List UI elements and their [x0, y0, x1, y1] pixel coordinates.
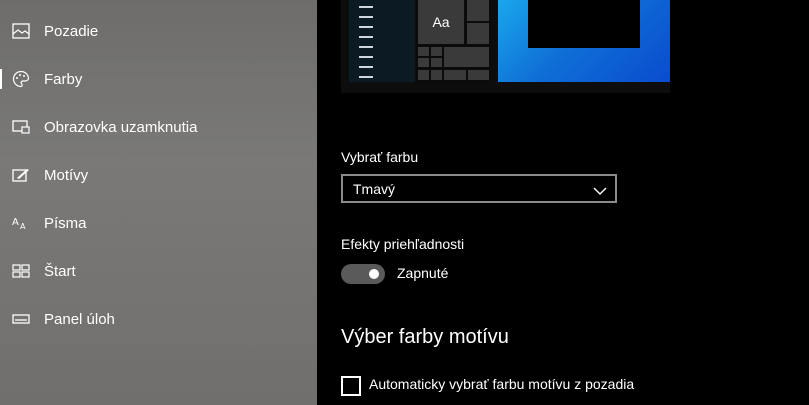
sidebar-item-panel-uloh[interactable]: Panel úloh [0, 295, 317, 343]
sidebar-item-start[interactable]: Štart [0, 247, 317, 295]
sidebar-item-label: Motívy [44, 166, 89, 184]
sidebar-item-pozadie[interactable]: Pozadie [0, 7, 317, 55]
colors-settings-panel: Aa Vybrať farbu Tmavý Efekty priehľadnos… [317, 0, 809, 405]
transparency-toggle[interactable] [341, 264, 385, 284]
picture-icon [12, 22, 30, 40]
sidebar-item-motivy[interactable]: Motívy [0, 151, 317, 199]
toggle-knob [369, 269, 379, 279]
sidebar-item-label: Obrazovka uzamknutia [44, 118, 198, 136]
choose-color-label: Vybrať farbu [341, 149, 419, 165]
palette-icon [12, 70, 30, 88]
sidebar-item-label: Panel úloh [44, 310, 115, 328]
settings-sidebar: Pozadie Farby Obrazovka uzamknutia Motív… [0, 0, 317, 405]
sidebar-item-farby[interactable]: Farby [0, 55, 317, 103]
dropdown-value: Tmavý [353, 180, 395, 197]
sidebar-item-label: Pozadie [44, 22, 99, 40]
preview-sample-tile: Aa [418, 0, 464, 44]
accent-section-title: Výber farby motívu [341, 326, 509, 348]
transparency-label: Efekty priehľadnosti [341, 236, 465, 252]
lock-screen-icon [12, 118, 30, 136]
svg-text:A: A [12, 217, 19, 228]
svg-text:A: A [20, 222, 26, 231]
sidebar-item-obrazovka-uzamknutia[interactable]: Obrazovka uzamknutia [0, 103, 317, 151]
preview-tiles: Aa [416, 0, 491, 82]
auto-accent-checkbox[interactable] [341, 376, 361, 396]
fonts-icon: AA [12, 214, 30, 232]
taskbar-icon [12, 310, 30, 328]
preview-start-menu [349, 0, 415, 82]
auto-accent-checkbox-label: Automaticky vybrať farbu motívu z pozadi… [369, 376, 635, 392]
start-icon [12, 262, 30, 280]
theme-preview: Aa [341, 0, 670, 93]
preview-desktop [498, 0, 670, 82]
sidebar-item-pisma[interactable]: AA Písma [0, 199, 317, 247]
themes-icon [12, 166, 30, 184]
transparency-state-text: Zapnuté [397, 265, 449, 281]
chevron-down-icon [593, 183, 607, 195]
choose-color-dropdown[interactable]: Tmavý [341, 174, 617, 203]
sidebar-item-label: Štart [44, 262, 76, 280]
preview-window [528, 0, 640, 48]
sidebar-item-label: Písma [44, 214, 87, 232]
sidebar-item-label: Farby [44, 70, 83, 88]
